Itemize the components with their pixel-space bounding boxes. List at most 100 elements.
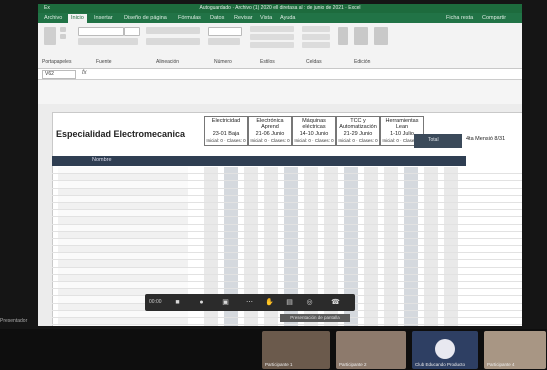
score-cell[interactable] (444, 253, 458, 260)
score-cell[interactable] (244, 282, 258, 289)
score-cell[interactable] (204, 224, 218, 231)
tab-formulas[interactable]: Fórmulas (178, 14, 201, 22)
score-cell[interactable] (204, 167, 218, 174)
score-cell[interactable] (204, 253, 218, 260)
score-cell[interactable] (384, 181, 398, 188)
score-cell[interactable] (384, 195, 398, 202)
score-cell[interactable] (264, 260, 278, 267)
score-cell[interactable] (284, 195, 298, 202)
score-cell[interactable] (244, 224, 258, 231)
table-row[interactable] (52, 210, 522, 218)
align-top-row[interactable] (146, 27, 200, 34)
score-cell[interactable] (264, 217, 278, 224)
score-cell[interactable] (324, 195, 338, 202)
score-cell[interactable] (424, 195, 438, 202)
score-cell[interactable] (364, 202, 378, 210)
score-cell[interactable] (384, 167, 398, 174)
sum-icon[interactable] (338, 27, 348, 45)
insert-cells-button[interactable] (302, 26, 330, 32)
score-cell[interactable] (404, 267, 418, 274)
score-cell[interactable] (384, 303, 398, 310)
leave-call-icon[interactable]: ☎ (331, 298, 340, 307)
score-cell[interactable] (384, 217, 398, 224)
score-cell[interactable] (404, 195, 418, 202)
score-cell[interactable] (224, 167, 238, 174)
score-cell[interactable] (304, 202, 318, 210)
score-cell[interactable] (284, 282, 298, 289)
score-cell[interactable] (384, 253, 398, 260)
score-cell[interactable] (224, 267, 238, 274)
score-cell[interactable] (404, 202, 418, 210)
score-cell[interactable] (344, 195, 358, 202)
score-cell[interactable] (364, 217, 378, 224)
score-cell[interactable] (404, 217, 418, 224)
score-cell[interactable] (404, 317, 418, 325)
score-cell[interactable] (304, 210, 318, 217)
name-cell[interactable] (58, 267, 188, 274)
table-row[interactable] (52, 325, 522, 326)
score-cell[interactable] (204, 274, 218, 281)
name-cell[interactable] (58, 325, 188, 326)
score-cell[interactable] (364, 174, 378, 181)
table-row[interactable] (52, 167, 522, 175)
tab-revisar[interactable]: Revisar (234, 14, 253, 22)
score-cell[interactable] (324, 282, 338, 289)
tab-datos[interactable]: Datos (210, 14, 224, 22)
score-cell[interactable] (364, 296, 378, 303)
score-cell[interactable] (224, 325, 238, 326)
cell-styles-button[interactable] (250, 42, 294, 48)
score-cell[interactable] (284, 181, 298, 188)
score-cell[interactable] (244, 167, 258, 174)
score-cell[interactable] (204, 267, 218, 274)
score-cell[interactable] (264, 325, 278, 326)
name-cell[interactable] (58, 310, 188, 317)
score-cell[interactable] (284, 274, 298, 281)
score-cell[interactable] (264, 231, 278, 238)
table-row[interactable] (52, 260, 522, 268)
score-cell[interactable] (384, 231, 398, 238)
tab-vista[interactable]: Vista (260, 14, 272, 22)
name-cell[interactable] (58, 253, 188, 260)
table-row[interactable] (52, 231, 522, 239)
score-cell[interactable] (444, 310, 458, 317)
score-cell[interactable] (364, 231, 378, 238)
score-cell[interactable] (444, 202, 458, 210)
score-cell[interactable] (284, 246, 298, 253)
score-cell[interactable] (404, 238, 418, 246)
name-cell[interactable] (58, 181, 188, 188)
score-cell[interactable] (344, 274, 358, 281)
table-row[interactable] (52, 282, 522, 290)
conditional-format-button[interactable] (250, 26, 294, 32)
name-cell[interactable] (58, 202, 188, 210)
score-cell[interactable] (324, 202, 338, 210)
score-cell[interactable] (264, 181, 278, 188)
score-cell[interactable] (424, 217, 438, 224)
score-cell[interactable] (424, 202, 438, 210)
score-cell[interactable] (384, 238, 398, 246)
score-cell[interactable] (364, 210, 378, 217)
find-select-icon[interactable] (374, 27, 388, 45)
score-cell[interactable] (444, 174, 458, 181)
score-cell[interactable] (364, 195, 378, 202)
score-cell[interactable] (404, 210, 418, 217)
score-cell[interactable] (204, 310, 218, 317)
score-cell[interactable] (264, 253, 278, 260)
table-row[interactable] (52, 224, 522, 232)
tab-diseno[interactable]: Diseño de página (124, 14, 167, 22)
score-cell[interactable] (384, 246, 398, 253)
score-cell[interactable] (344, 202, 358, 210)
number-format-select[interactable] (208, 27, 242, 36)
score-cell[interactable] (444, 210, 458, 217)
score-cell[interactable] (404, 325, 418, 326)
score-cell[interactable] (224, 246, 238, 253)
score-cell[interactable] (384, 289, 398, 296)
score-cell[interactable] (264, 267, 278, 274)
name-cell[interactable] (58, 317, 188, 325)
score-cell[interactable] (364, 181, 378, 188)
score-cell[interactable] (424, 274, 438, 281)
score-cell[interactable] (364, 188, 378, 195)
score-cell[interactable] (404, 289, 418, 296)
score-cell[interactable] (304, 267, 318, 274)
score-cell[interactable] (244, 274, 258, 281)
tab-ayuda[interactable]: Ayuda (280, 14, 296, 22)
